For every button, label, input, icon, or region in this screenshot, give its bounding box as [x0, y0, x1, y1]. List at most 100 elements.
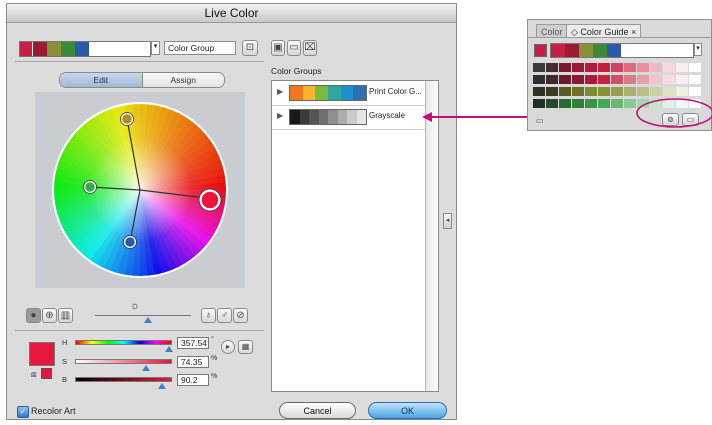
harmony-marker[interactable]	[123, 235, 137, 249]
variation-swatch[interactable]	[533, 75, 545, 84]
active-color-group-strip[interactable]	[19, 41, 151, 57]
delete-group-icon[interactable]: ⌧	[303, 40, 317, 56]
harmony-swatch[interactable]	[565, 44, 579, 57]
saturation-value-input[interactable]: 74.35	[177, 356, 209, 368]
cancel-button[interactable]: Cancel	[279, 402, 356, 419]
hue-slider-thumb[interactable]	[165, 346, 174, 352]
groups-scrollbar[interactable]	[425, 81, 438, 391]
brightness-value-slider-track[interactable]	[75, 377, 172, 382]
base-color-marker[interactable]	[199, 189, 221, 211]
group-swatch[interactable]	[61, 42, 75, 56]
variation-swatch[interactable]	[533, 63, 545, 72]
variation-swatch[interactable]	[663, 75, 675, 84]
remove-color-tool-icon[interactable]: ♂	[217, 308, 232, 323]
variation-swatch[interactable]	[611, 87, 623, 96]
out-of-gamut-icon[interactable]: ⧈	[31, 369, 37, 380]
variation-swatch[interactable]	[546, 99, 558, 108]
base-color-preview[interactable]	[29, 342, 55, 366]
group-color-swatch[interactable]	[340, 86, 354, 100]
variation-swatch[interactable]	[533, 87, 545, 96]
disclosure-triangle-icon[interactable]: ▶	[277, 111, 283, 120]
group-color-swatch[interactable]	[337, 110, 347, 124]
smooth-wheel-icon[interactable]: ●	[26, 308, 41, 323]
variation-swatch[interactable]	[689, 75, 701, 84]
variation-swatch[interactable]	[676, 87, 688, 96]
disclosure-triangle-icon[interactable]: ▶	[277, 87, 283, 96]
harmony-swatch[interactable]	[607, 44, 621, 57]
group-swatch[interactable]	[75, 42, 89, 56]
group-color-swatch[interactable]	[347, 110, 357, 124]
variation-swatch[interactable]	[650, 87, 662, 96]
color-group-row-grayscale[interactable]: ▶ Grayscale	[272, 105, 427, 130]
variation-swatch[interactable]	[546, 87, 558, 96]
variation-swatch[interactable]	[663, 87, 675, 96]
variation-swatch[interactable]	[689, 87, 701, 96]
tab-color-guide[interactable]: ◇ Color Guide ×	[566, 24, 642, 38]
save-changes-icon[interactable]: ▣	[271, 40, 285, 56]
color-mode-grid-icon[interactable]: ▦	[238, 340, 253, 354]
variation-swatch[interactable]	[676, 75, 688, 84]
color-group-dropdown-arrow[interactable]: ▾	[151, 41, 160, 55]
link-harmony-icon[interactable]: ⊘	[233, 308, 248, 323]
slider-mode-menu-icon[interactable]: ▸	[221, 340, 235, 354]
segmented-wheel-icon[interactable]: ⊕	[42, 308, 57, 323]
variation-swatch[interactable]	[572, 75, 584, 84]
harmony-rules-dropdown-arrow[interactable]: ▾	[694, 43, 702, 56]
variation-swatch[interactable]	[585, 99, 597, 108]
new-group-from-art-icon[interactable]: ⊡	[242, 40, 258, 56]
variation-swatch[interactable]	[572, 63, 584, 72]
palette-harmony-strip[interactable]	[550, 43, 694, 58]
variation-swatch[interactable]	[559, 75, 571, 84]
group-color-swatch[interactable]	[315, 86, 329, 100]
variation-swatch[interactable]	[585, 63, 597, 72]
color-group-row-print[interactable]: ▶ Print Color G...	[272, 81, 427, 106]
color-bars-icon[interactable]: ▥	[58, 308, 73, 323]
group-color-swatch[interactable]	[356, 110, 366, 124]
ok-button[interactable]: OK	[368, 402, 447, 419]
group-color-swatch[interactable]	[302, 86, 316, 100]
base-color-swatch[interactable]	[20, 42, 33, 56]
brightness-value-slider-thumb[interactable]	[158, 383, 167, 389]
tab-color[interactable]: Color	[536, 24, 568, 38]
variation-swatch[interactable]	[585, 75, 597, 84]
color-wheel[interactable]	[35, 92, 245, 288]
variation-swatch[interactable]	[676, 63, 688, 72]
saturation-slider-track[interactable]	[75, 359, 172, 364]
brightness-slider[interactable]	[95, 315, 191, 316]
variation-swatch[interactable]	[637, 75, 649, 84]
variation-swatch[interactable]	[663, 63, 675, 72]
variation-swatch[interactable]	[559, 99, 571, 108]
variation-swatch[interactable]	[611, 75, 623, 84]
group-swatch-strip[interactable]	[289, 85, 367, 101]
variation-swatch[interactable]	[598, 75, 610, 84]
group-swatch-strip[interactable]	[289, 109, 367, 125]
tab-edit[interactable]: Edit	[60, 73, 143, 87]
brightness-value-input[interactable]: 90.2	[177, 374, 209, 386]
variation-swatch[interactable]	[624, 75, 636, 84]
web-safe-swatch[interactable]	[41, 368, 52, 379]
group-color-swatch[interactable]	[309, 110, 319, 124]
group-color-swatch[interactable]	[353, 86, 367, 100]
harmony-marker[interactable]	[120, 112, 134, 126]
variation-swatch[interactable]	[546, 75, 558, 84]
variation-swatch[interactable]	[611, 63, 623, 72]
variation-swatch[interactable]	[650, 63, 662, 72]
variation-swatch[interactable]	[598, 99, 610, 108]
variation-swatch[interactable]	[624, 63, 636, 72]
group-color-swatch[interactable]	[290, 110, 300, 124]
harmony-swatch[interactable]	[593, 44, 607, 57]
group-swatch[interactable]	[33, 42, 47, 56]
saturation-slider-thumb[interactable]	[141, 365, 150, 371]
brightness-slider-thumb[interactable]	[144, 317, 152, 323]
group-color-swatch[interactable]	[318, 110, 328, 124]
variation-swatch[interactable]	[585, 87, 597, 96]
variation-swatch[interactable]	[559, 87, 571, 96]
hue-value-input[interactable]: 357.54	[177, 337, 209, 349]
variation-swatch[interactable]	[624, 87, 636, 96]
variation-swatch[interactable]	[546, 63, 558, 72]
variation-swatch[interactable]	[650, 75, 662, 84]
group-color-swatch[interactable]	[328, 110, 338, 124]
color-group-name-input[interactable]: Color Group	[164, 41, 236, 55]
variation-swatch[interactable]	[572, 99, 584, 108]
variation-swatch[interactable]	[598, 87, 610, 96]
